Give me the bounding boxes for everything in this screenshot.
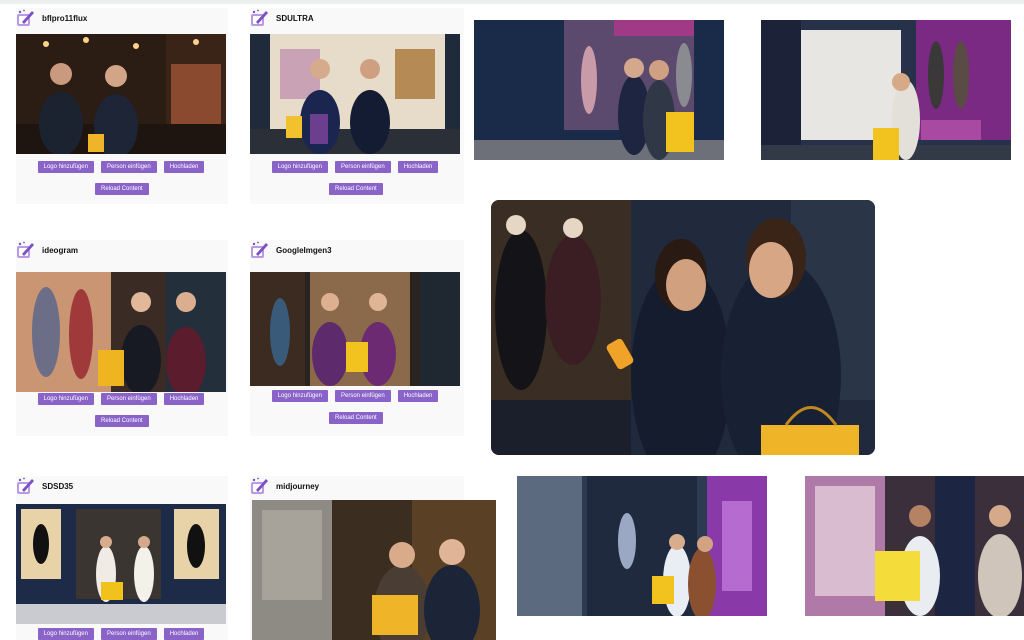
card-header: SDULTRA: [250, 8, 314, 28]
edit-pen-icon: [16, 240, 36, 260]
generated-image[interactable]: [805, 476, 1024, 616]
upload-button[interactable]: Hochladen: [163, 161, 205, 173]
upload-button[interactable]: Hochladen: [397, 161, 439, 173]
reload-content-button[interactable]: Reload Content: [329, 183, 383, 195]
model-card-ideogram: ideogram Logo hinzufügen Person einfügen…: [16, 240, 228, 436]
upload-button[interactable]: Hochladen: [163, 628, 205, 640]
generated-image[interactable]: [250, 272, 460, 386]
model-card-sdsd35: SDSD35 Logo hinzufügen Person einfügen H…: [16, 476, 228, 640]
add-logo-button[interactable]: Logo hinzufügen: [37, 161, 94, 173]
generated-image[interactable]: [491, 200, 875, 455]
generated-image[interactable]: [250, 34, 460, 154]
upload-button[interactable]: Hochladen: [397, 390, 439, 402]
add-logo-button[interactable]: Logo hinzufügen: [271, 390, 328, 402]
top-border: [0, 0, 1024, 4]
generated-image[interactable]: [16, 34, 226, 154]
edit-pen-icon: [250, 8, 270, 28]
add-logo-button[interactable]: Logo hinzufügen: [271, 161, 328, 173]
generated-image[interactable]: [16, 272, 226, 392]
card-title: bflpro11flux: [42, 13, 88, 23]
card-title: SDULTRA: [276, 13, 314, 23]
edit-pen-icon: [250, 476, 270, 496]
insert-person-button[interactable]: Person einfügen: [100, 161, 157, 173]
card-title: GoogleImgen3: [276, 245, 332, 255]
card-title: SDSD35: [42, 481, 74, 491]
generated-image[interactable]: [517, 476, 767, 616]
card-header: ideogram: [16, 240, 78, 260]
card-header: SDSD35: [16, 476, 73, 496]
insert-person-button[interactable]: Person einfügen: [334, 390, 391, 402]
upload-button[interactable]: Hochladen: [163, 393, 205, 405]
add-logo-button[interactable]: Logo hinzufügen: [37, 628, 94, 640]
model-card-googleimgen3: GoogleImgen3 Logo hinzufügen Person einf…: [250, 240, 464, 436]
add-logo-button[interactable]: Logo hinzufügen: [37, 393, 94, 405]
insert-person-button[interactable]: Person einfügen: [100, 628, 157, 640]
generated-image[interactable]: [474, 20, 724, 160]
card-header: midjourney: [250, 476, 319, 496]
generated-image[interactable]: [761, 20, 1011, 160]
card-header: bflpro11flux: [16, 8, 87, 28]
reload-content-button[interactable]: Reload Content: [95, 415, 149, 427]
edit-pen-icon: [250, 240, 270, 260]
reload-content-button[interactable]: Reload Content: [95, 183, 149, 195]
generated-image[interactable]: [252, 500, 496, 640]
model-card-sdultra: SDULTRA Logo hinzufügen Person einfügen …: [250, 8, 464, 204]
card-header: GoogleImgen3: [250, 240, 332, 260]
generated-image[interactable]: [16, 504, 226, 624]
insert-person-button[interactable]: Person einfügen: [100, 393, 157, 405]
edit-pen-icon: [16, 476, 36, 496]
insert-person-button[interactable]: Person einfügen: [334, 161, 391, 173]
model-card-bflpro11flux: bflpro11flux Logo hinzufügen Person einf…: [16, 8, 228, 204]
edit-pen-icon: [16, 8, 36, 28]
card-title: ideogram: [42, 245, 79, 255]
reload-content-button[interactable]: Reload Content: [329, 412, 383, 424]
card-title: midjourney: [276, 481, 320, 491]
